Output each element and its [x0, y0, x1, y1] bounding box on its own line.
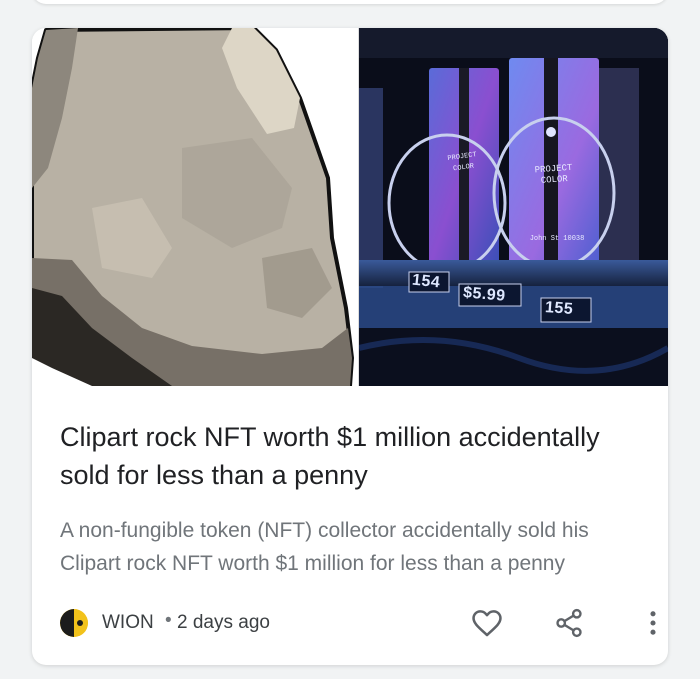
- package-label-right: PROJECT COLOR: [534, 162, 573, 186]
- article-headline[interactable]: Clipart rock NFT worth $1 million accide…: [60, 418, 650, 494]
- price-tag-155: 155: [544, 299, 574, 318]
- meta-separator: •: [165, 610, 172, 631]
- clipart-rock-image: [32, 28, 358, 388]
- more-vert-icon: [636, 606, 668, 640]
- price-tag-154: 154: [411, 271, 442, 292]
- favorite-button[interactable]: [470, 606, 504, 640]
- package-address: John St 10038: [529, 235, 585, 243]
- source-name[interactable]: WION: [102, 612, 154, 634]
- share-button[interactable]: [552, 606, 586, 640]
- previous-card-edge: [32, 0, 668, 4]
- hero-image[interactable]: PROJECT COLOR PROJECT COLOR John St 1003…: [32, 28, 668, 388]
- share-icon: [552, 606, 586, 640]
- news-card[interactable]: PROJECT COLOR PROJECT COLOR John St 1003…: [32, 28, 668, 665]
- heart-outline-icon: [470, 606, 504, 640]
- article-snippet: A non-fungible token (NFT) collector acc…: [60, 519, 589, 575]
- publish-time: 2 days ago: [177, 612, 270, 633]
- vending-machine-photo: PROJECT COLOR PROJECT COLOR John St 1003…: [359, 28, 668, 386]
- price-tag-price: $5.99: [462, 284, 507, 305]
- more-options-button[interactable]: [636, 606, 668, 640]
- card-footer: WION • 2 days ago: [60, 606, 656, 640]
- wion-logo-icon: [60, 609, 88, 637]
